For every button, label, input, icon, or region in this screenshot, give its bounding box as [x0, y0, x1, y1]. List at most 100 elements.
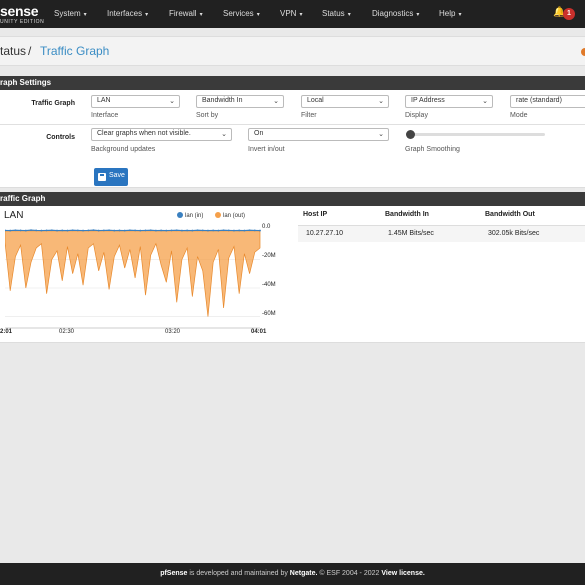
lan-in-point	[170, 229, 173, 232]
top-navbar: sense UNITY EDITION System ▾ Interfaces ▾ …	[0, 0, 585, 28]
chevron-down-icon: ⌄	[482, 98, 488, 105]
lan-in-point	[191, 229, 194, 232]
breadcrumb: tatus / Traffic Graph	[0, 36, 585, 66]
controls-label: Controls	[46, 134, 75, 141]
lan-in-point	[61, 229, 64, 232]
lan-in-point	[139, 229, 142, 232]
settings-divider	[0, 124, 585, 125]
breadcrumb-parent[interactable]: tatus	[0, 44, 26, 58]
nav-diagnostics[interactable]: Diagnostics ▾	[372, 9, 419, 18]
chevron-down-icon: ▾	[199, 12, 203, 18]
x-tick: 02:30	[59, 329, 75, 335]
lan-in-point	[222, 229, 225, 232]
invert-select[interactable]: On ⌄	[248, 128, 389, 141]
breadcrumb-current[interactable]: Traffic Graph	[40, 44, 109, 58]
nav-help[interactable]: Help ▾	[439, 9, 461, 18]
y-tick: 0.0	[262, 224, 271, 230]
interface-select[interactable]: LAN ⌄	[91, 95, 180, 108]
footer-brand: pfSense	[160, 570, 188, 577]
lan-in-point	[217, 229, 220, 232]
lan-in-point	[248, 229, 251, 232]
lan-in-point	[30, 229, 32, 232]
lan-in-point	[207, 229, 209, 232]
legend-dot-out	[215, 212, 221, 218]
y-tick: -60M	[262, 311, 276, 317]
footer: pfSense is developed and maintained by N…	[0, 563, 585, 585]
nav-status[interactable]: Status ▾	[322, 9, 351, 18]
lan-in-point	[76, 229, 79, 232]
lan-in-point	[134, 229, 137, 232]
chevron-down-icon: ⌄	[169, 98, 175, 105]
column-header-host[interactable]: Host IP	[303, 211, 327, 218]
chevron-down-icon: ⌄	[221, 131, 227, 138]
chevron-down-icon: ⌄	[378, 98, 384, 105]
lan-in-point	[212, 229, 215, 232]
lan-in-point	[97, 229, 100, 232]
sort-by-help: Sort by	[196, 112, 219, 119]
chevron-down-icon: ▾	[347, 12, 351, 18]
mode-help: Mode	[510, 112, 528, 119]
smoothing-help: Graph Smoothing	[405, 146, 460, 153]
lan-in-point	[19, 229, 22, 232]
column-header-bandwidth-out[interactable]: Bandwidth Out	[485, 211, 535, 218]
lan-in-point	[82, 229, 84, 232]
lan-in-point	[149, 229, 152, 232]
nav-vpn[interactable]: VPN ▾	[280, 9, 302, 18]
nav-firewall[interactable]: Firewall ▾	[169, 9, 203, 18]
chevron-down-icon: ▾	[299, 12, 303, 18]
save-button[interactable]: Save	[94, 168, 128, 186]
lan-in-point	[253, 229, 256, 232]
chart-title: LAN	[4, 210, 24, 221]
nav-services[interactable]: Services ▾	[223, 9, 260, 18]
chevron-down-icon: ▾	[256, 12, 260, 18]
display-select[interactable]: IP Address ⌄	[405, 95, 493, 108]
filter-help: Filter	[301, 112, 317, 119]
help-icon[interactable]	[581, 48, 585, 56]
lan-in-point	[128, 229, 131, 232]
graph-panel-header: raffic Graph	[0, 192, 585, 206]
column-header-bandwidth-in[interactable]: Bandwidth In	[385, 211, 429, 218]
lan-in-point	[24, 229, 27, 232]
brand-logo[interactable]: sense	[0, 3, 39, 19]
lan-in-point	[238, 229, 241, 232]
background-updates-help: Background updates	[91, 146, 156, 153]
filter-select[interactable]: Local ⌄	[301, 95, 389, 108]
smoothing-slider-handle[interactable]	[406, 130, 415, 139]
footer-license-link[interactable]: View license.	[381, 570, 424, 577]
chevron-down-icon: ⌄	[378, 131, 384, 138]
lan-in-point	[35, 229, 38, 232]
sort-by-select[interactable]: Bandwidth In ⌄	[196, 95, 284, 108]
legend-lan-out[interactable]: lan (out)	[215, 212, 245, 219]
traffic-graph-label: Traffic Graph	[31, 100, 75, 107]
lan-in-point	[243, 229, 246, 232]
lan-in-point	[118, 229, 121, 232]
lan-in-point	[201, 229, 204, 232]
bandwidth-in-cell: 1.45M Bits/sec	[388, 230, 434, 237]
footer-company-link[interactable]: Netgate.	[290, 570, 318, 577]
lan-in-point	[227, 229, 230, 232]
lan-in-point	[108, 229, 110, 232]
chevron-down-icon: ▾	[458, 12, 462, 18]
nav-interfaces[interactable]: Interfaces ▾	[107, 9, 148, 18]
background-updates-select[interactable]: Clear graphs when not visible. ⌄	[91, 128, 232, 141]
y-tick: -20M	[262, 253, 276, 259]
lan-in-point	[66, 229, 69, 232]
lan-in-point	[155, 229, 157, 232]
lan-in-point	[102, 229, 105, 232]
mode-select[interactable]: rate (standard)	[510, 95, 585, 108]
save-icon	[98, 173, 106, 181]
legend-lan-in[interactable]: lan (in)	[177, 212, 203, 219]
lan-in-point	[14, 229, 17, 232]
lan-in-point	[9, 229, 12, 232]
nav-system[interactable]: System ▾	[54, 9, 87, 18]
notification-badge[interactable]: 1	[563, 8, 575, 20]
smoothing-slider-track[interactable]	[410, 133, 545, 136]
invert-help: Invert in/out	[248, 146, 285, 153]
lan-in-point	[160, 229, 163, 232]
display-help: Display	[405, 112, 428, 119]
lan-in-point	[186, 229, 189, 232]
lan-in-point	[233, 229, 235, 232]
lan-in-point	[40, 229, 43, 232]
breadcrumb-separator: /	[28, 44, 32, 58]
chevron-down-icon: ▾	[145, 12, 149, 18]
